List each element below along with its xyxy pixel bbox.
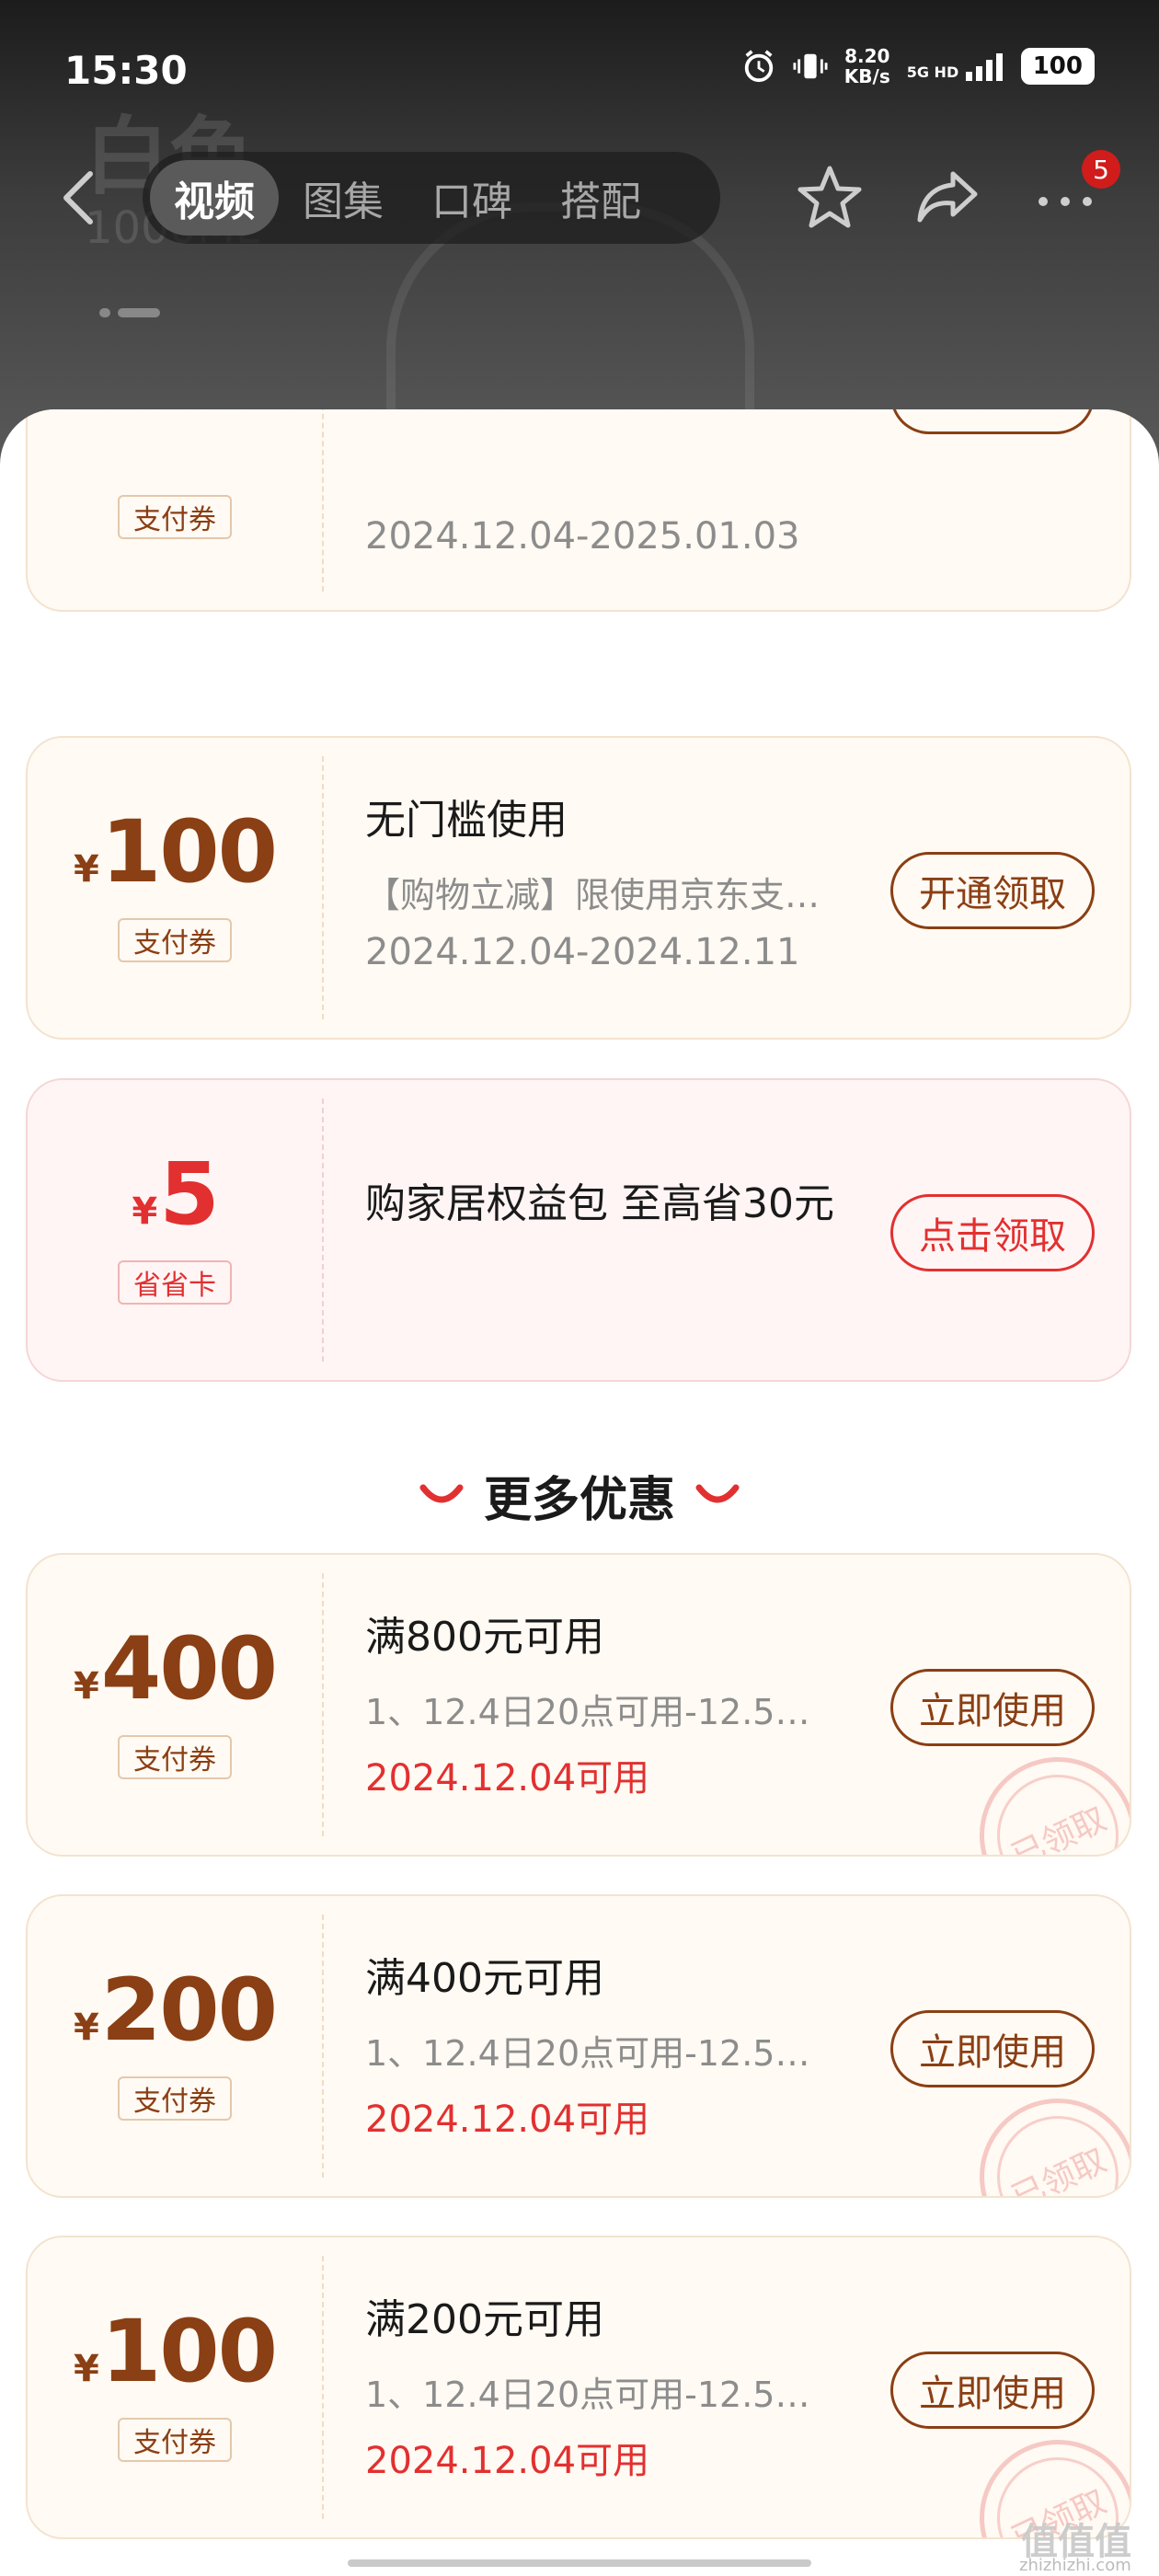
battery-indicator: 100 — [1020, 48, 1095, 85]
amount-value: 100 — [100, 802, 278, 903]
coupon-amount: ¥100 — [28, 802, 322, 903]
amount-value: 400 — [100, 1619, 278, 1719]
coupon-desc: 1、12.4日20点可用-12.5… — [365, 1692, 810, 1732]
coupon-tag: 支付券 — [118, 2418, 232, 2462]
coupon-amount: ¥100 — [28, 2302, 322, 2402]
notification-badge: 5 — [1082, 150, 1120, 189]
currency-symbol: ¥ — [132, 1190, 158, 1233]
coupon-title: 满400元可用 — [365, 1955, 604, 2002]
coupon-tag: 支付券 — [118, 495, 232, 539]
network-speed: 8.20 KB/s — [844, 46, 890, 86]
more-offers-header: 更多优惠 — [0, 1458, 1159, 1532]
coupon-title: 满200元可用 — [365, 2296, 604, 2343]
nav-bar: 视频 图集 口碑 搭配 5 — [0, 150, 1159, 244]
back-arrow-icon[interactable] — [55, 168, 101, 227]
share-icon[interactable] — [911, 161, 984, 235]
amount-value: 5 — [159, 1144, 219, 1245]
claim-button[interactable]: 点击领取 — [890, 1194, 1095, 1271]
use-now-button[interactable]: 立即使用 — [890, 1669, 1095, 1746]
coupon-card: ¥100 支付券 满200元可用 1、12.4日20点可用-12.5… 2024… — [26, 2236, 1131, 2539]
amount-value: 100 — [100, 2302, 278, 2402]
use-now-button[interactable]: 立即使用 — [890, 2010, 1095, 2087]
status-time: 15:30 — [64, 48, 188, 93]
more-offers-title: 更多优惠 — [483, 1472, 675, 1528]
amount-value: 200 — [100, 1961, 278, 2061]
status-indicators: 8.20 KB/s 5G HD 100 — [741, 46, 1095, 86]
coupon-title: 购家居权益包 至高省30元 — [365, 1180, 834, 1227]
home-indicator[interactable] — [348, 2559, 811, 2567]
tab-match[interactable]: 搭配 — [536, 160, 665, 236]
currency-symbol: ¥ — [73, 2348, 99, 2390]
tab-reviews[interactable]: 口碑 — [407, 160, 536, 236]
coupon-date: 2024.12.04可用 — [365, 2099, 650, 2141]
tab-gallery[interactable]: 图集 — [279, 160, 407, 236]
currency-symbol: ¥ — [73, 848, 99, 891]
claim-button[interactable]: 开通领取 — [890, 852, 1095, 929]
media-tabs: 视频 图集 口碑 搭配 — [143, 152, 720, 244]
vibrate-icon — [793, 53, 828, 79]
coupon-sheet: 优惠 支付券 2024.12.04-2025.01.03 ¥100 支付券 无门… — [0, 409, 1159, 2576]
currency-symbol: ¥ — [73, 1665, 99, 1708]
speed-unit: KB/s — [843, 65, 890, 87]
coupon-card: ¥100 支付券 无门槛使用 【购物立减】限使用京东支… 2024.12.04-… — [26, 736, 1131, 1040]
coupon-card: ¥200 支付券 满400元可用 1、12.4日20点可用-12.5… 2024… — [26, 1894, 1131, 2198]
coupon-tag: 支付券 — [118, 2076, 232, 2121]
coupon-title: 无门槛使用 — [365, 797, 568, 844]
smile-icon — [419, 1484, 464, 1503]
network-type: 5G HD — [906, 63, 959, 81]
coupon-date: 2024.12.04可用 — [365, 1757, 650, 1800]
coupon-card: ¥400 支付券 满800元可用 1、12.4日20点可用-12.5… 2024… — [26, 1553, 1131, 1857]
tab-video[interactable]: 视频 — [150, 160, 279, 236]
coupon-tag: 支付券 — [118, 918, 232, 962]
coupon-desc: 1、12.4日20点可用-12.5… — [365, 2375, 810, 2415]
star-icon[interactable] — [793, 161, 866, 235]
coupon-date: 2024.12.04-2025.01.03 — [365, 515, 800, 558]
coupon-tag: 支付券 — [118, 1735, 232, 1779]
coupon-desc: 1、12.4日20点可用-12.5… — [365, 2033, 810, 2074]
currency-symbol: ¥ — [73, 2007, 99, 2049]
cellular-signal: 5G HD — [907, 52, 1004, 81]
coupon-desc: 【购物立减】限使用京东支… — [365, 875, 820, 915]
coupon-card: ¥5 省省卡 购家居权益包 至高省30元 点击领取 — [26, 1078, 1131, 1382]
speed-value: 8.20 — [844, 45, 890, 67]
signal-icon — [965, 53, 1003, 81]
coupon-title: 满800元可用 — [365, 1614, 604, 1661]
coupon-action-button[interactable] — [890, 409, 1095, 434]
claimed-stamp: 已领取 — [954, 1731, 1130, 1855]
alarm-icon — [744, 50, 773, 83]
coupon-amount: ¥5 — [28, 1144, 322, 1245]
carousel-indicator — [99, 304, 167, 321]
watermark-url: zhizhizhi.com — [1019, 2556, 1131, 2575]
status-bar: 15:30 8.20 KB/s 5G HD 100 — [0, 0, 1159, 138]
coupon-date: 2024.12.04-2024.12.11 — [365, 931, 800, 973]
use-now-button[interactable]: 立即使用 — [890, 2352, 1095, 2429]
claimed-stamp: 已领取 — [954, 2073, 1130, 2196]
coupon-tag: 省省卡 — [118, 1260, 232, 1305]
coupon-card: 支付券 2024.12.04-2025.01.03 — [26, 409, 1131, 612]
coupon-date: 2024.12.04可用 — [365, 2440, 650, 2482]
coupon-amount: ¥200 — [28, 1961, 322, 2061]
smile-icon — [695, 1484, 740, 1503]
coupon-amount: ¥400 — [28, 1619, 322, 1719]
